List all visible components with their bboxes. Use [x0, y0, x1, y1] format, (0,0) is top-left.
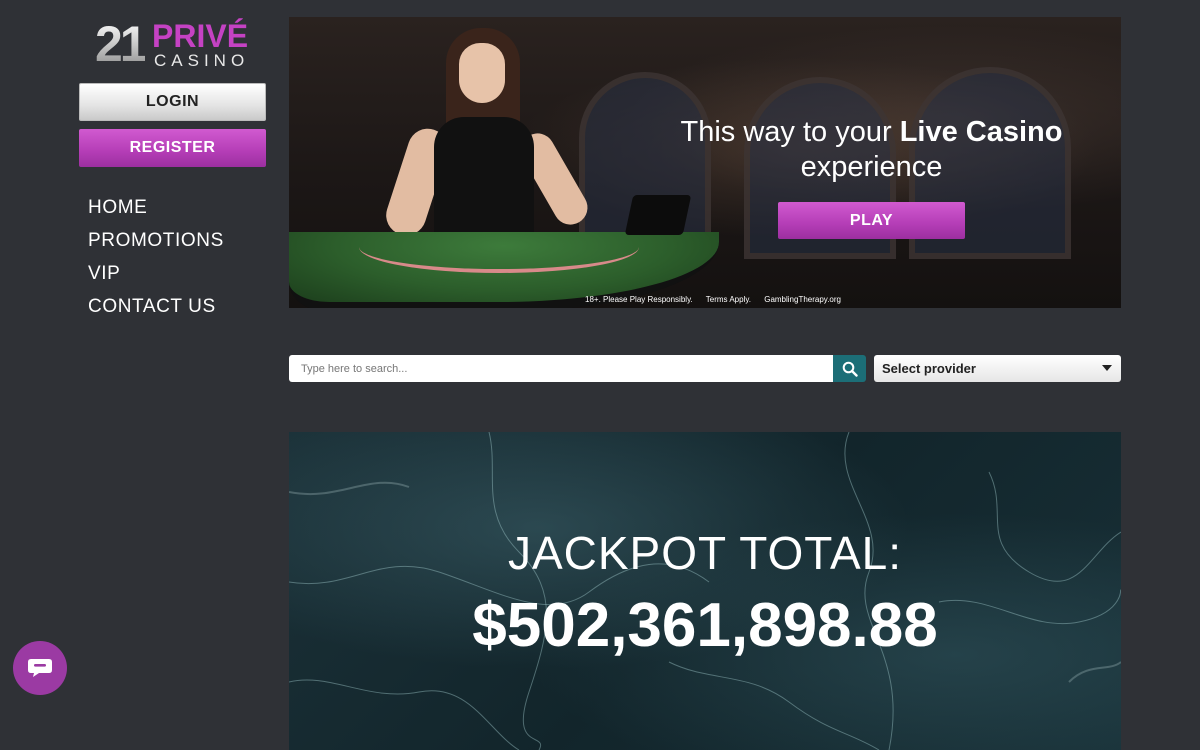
hero-banner[interactable]: This way to your Live Casino experience … [289, 17, 1121, 308]
headline-text: experience [800, 151, 943, 183]
nav-item-promotions[interactable]: PROMOTIONS [88, 229, 224, 262]
logo-number: 21 [95, 16, 148, 72]
logo-word: PRIVÉ [152, 18, 249, 54]
search-input[interactable] [289, 355, 821, 382]
nav-item-contact-us[interactable]: CONTACT US [88, 295, 224, 328]
nav-item-home[interactable]: HOME [88, 196, 224, 229]
disclaimer-gambling-therapy[interactable]: GamblingTherapy.org [764, 295, 841, 304]
logo-sub: CASINO [154, 51, 250, 70]
search-box [289, 355, 833, 382]
chat-bubble-icon [28, 659, 52, 677]
headline-emphasis: Live Casino [899, 116, 1063, 148]
jackpot-title: JACKPOT TOTAL: [507, 527, 903, 579]
hero-headline: This way to your Live Casino experience [659, 115, 1084, 185]
dealer-face [459, 43, 505, 103]
disclaimer-terms[interactable]: Terms Apply. [706, 295, 751, 304]
headline-text: This way to your [680, 116, 900, 148]
chevron-down-icon [1102, 365, 1112, 371]
register-button[interactable]: REGISTER [79, 129, 266, 167]
logo[interactable]: 21 PRIVÉ CASINO [95, 16, 255, 72]
play-button[interactable]: PLAY [778, 202, 965, 239]
disclaimer-age: 18+. Please Play Responsibly. [585, 295, 693, 304]
dealer-dress [434, 117, 534, 237]
jackpot-panel: JACKPOT TOTAL: $502,361,898.88 [289, 432, 1121, 750]
login-button[interactable]: LOGIN [79, 83, 266, 121]
search-icon [842, 361, 858, 377]
jackpot-amount: $502,361,898.88 [472, 591, 938, 660]
provider-select[interactable]: Select provider [874, 355, 1121, 382]
chat-button[interactable] [13, 641, 67, 695]
disclaimer: 18+. Please Play Responsibly. Terms Appl… [585, 295, 852, 304]
card-shoe [624, 195, 692, 235]
main-nav: HOME PROMOTIONS VIP CONTACT US [88, 196, 224, 328]
nav-item-vip[interactable]: VIP [88, 262, 224, 295]
provider-select-value: Select provider [882, 361, 976, 376]
search-button[interactable] [833, 355, 866, 382]
